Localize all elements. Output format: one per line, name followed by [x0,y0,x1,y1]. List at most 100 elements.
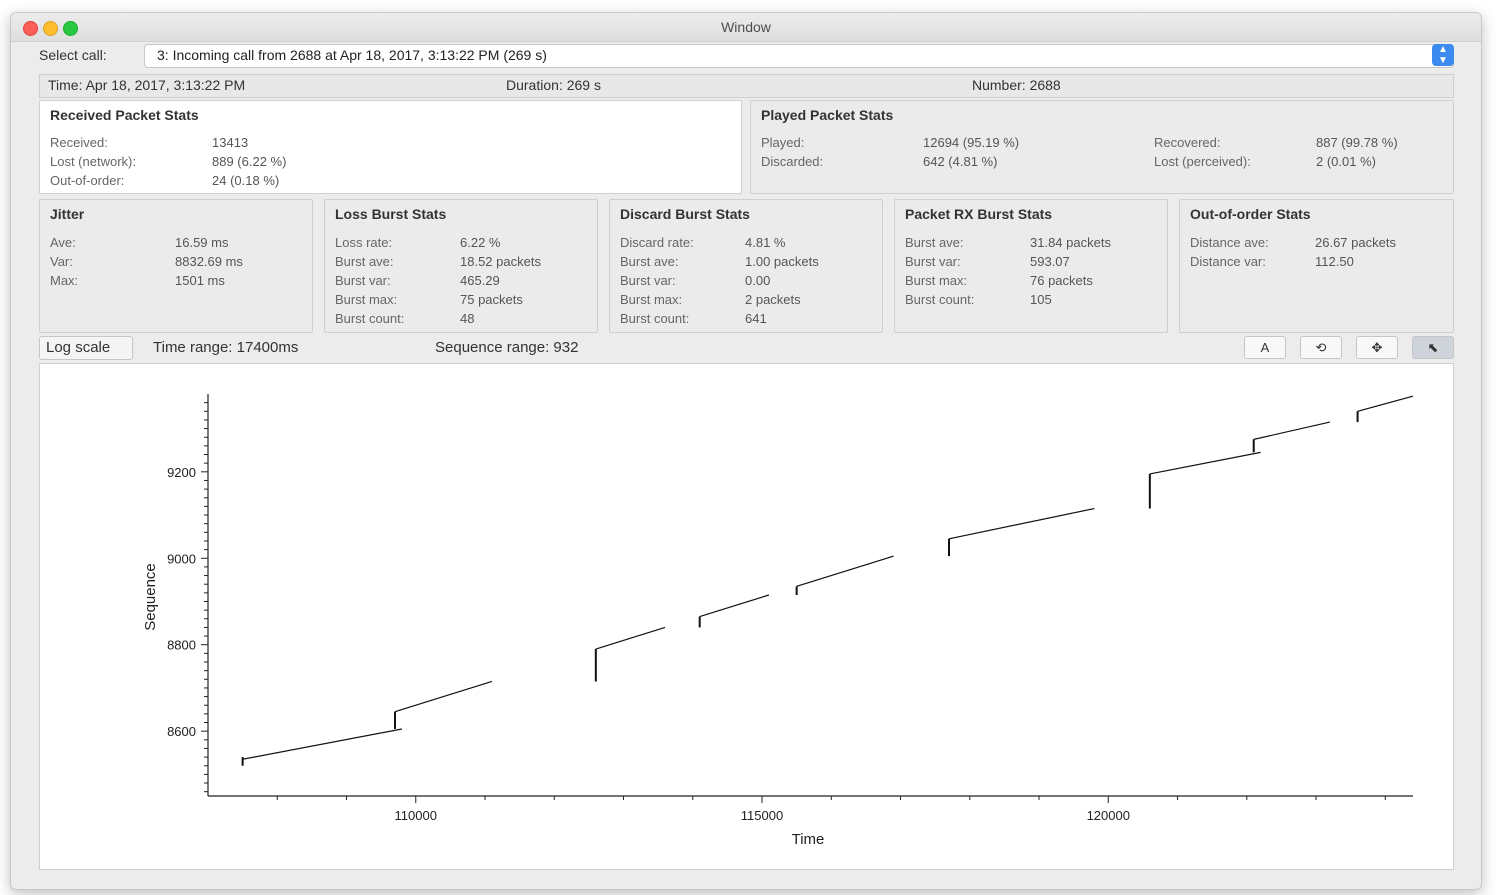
stat-value: 4.81 % [745,235,786,250]
stat-label: Burst count: [335,311,405,326]
out-of-order-stats-panel: Out-of-order Stats Distance ave: 26.67 p… [1179,199,1454,333]
stat-label: Burst ave: [335,254,394,269]
app-window: Window Select call: 3: Incoming call fro… [10,12,1482,890]
stat-value: 75 packets [460,292,523,307]
call-number: Number: 2688 [972,77,1061,93]
panel-title: Packet RX Burst Stats [905,206,1053,222]
sequence-segment [394,680,493,713]
stat-value: 48 [460,311,475,326]
stat-label: Max: [50,273,79,288]
stat-label: Distance var: [1190,254,1266,269]
stat-value: 1.00 packets [745,254,819,269]
stat-value: 0.00 [745,273,771,288]
sequence-segment [948,507,1095,540]
stat-label: Burst var: [335,273,391,288]
select-updown-icon[interactable]: ▲ ▼ [1432,44,1454,66]
stat-value: 593.07 [1030,254,1070,269]
stat-value: 76 packets [1030,273,1093,288]
panel-title: Loss Burst Stats [335,206,447,222]
sequence-segment [242,728,403,760]
stat-label: Loss rate: [335,235,393,250]
pan-icon: ✥ [1371,340,1383,355]
panel-title: Discard Burst Stats [620,206,750,222]
window-title: Window [721,19,771,35]
stat-value: 13413 [212,135,249,150]
panel-title: Played Packet Stats [761,107,894,123]
x-axis-title: Time [792,831,825,848]
played-packet-stats-panel: Played Packet Stats Played: 12694 (95.19… [750,100,1454,194]
stat-value: 16.59 ms [175,235,229,250]
stat-label: Burst ave: [905,235,964,250]
text-tool-icon: A [1260,340,1270,355]
stat-label: Received: [50,135,108,150]
stat-value: 642 (4.81 %) [923,154,998,169]
stat-label: Lost (perceived): [1154,154,1251,169]
sequence-segment [796,555,894,587]
stat-value: 31.84 packets [1030,235,1111,250]
stat-label: Out-of-order: [50,173,125,188]
panel-title: Out-of-order Stats [1190,206,1311,222]
stat-label: Ave: [50,235,76,250]
reset-zoom-button[interactable]: ⟲ [1300,336,1342,359]
y-tick-label: 9200 [167,465,196,480]
pan-button[interactable]: ✥ [1356,336,1398,359]
loss-burst-stats-panel: Loss Burst Stats Loss rate: 6.22 % Burst… [324,199,598,333]
sequence-segment [1253,421,1331,440]
call-select[interactable]: 3: Incoming call from 2688 at Apr 18, 20… [144,44,1454,68]
jitter-panel: Jitter Ave: 16.59 ms Var: 8832.69 ms Max… [39,199,313,333]
call-duration: Duration: 269 s [506,77,601,93]
stat-label: Discard rate: [620,235,694,250]
stat-value: 2 (0.01 %) [1316,154,1376,169]
sequence-range-label: Sequence range: 932 [435,339,579,356]
x-tick-label: 110000 [395,808,437,823]
sequence-segment [699,594,770,618]
stat-value: 641 [745,311,767,326]
select-call-label: Select call: [39,47,107,63]
log-scale-label: Log scale [46,339,111,356]
sequence-segment [595,626,666,650]
call-time: Time: Apr 18, 2017, 3:13:22 PM [48,77,246,93]
stat-value: 2 packets [745,292,801,307]
time-range-label: Time range: 17400ms [153,339,299,356]
title-bar: Window [11,13,1481,42]
stat-label: Discarded: [761,154,824,169]
stat-label: Burst count: [620,311,690,326]
select-pointer-icon: ⬉ [1427,340,1439,355]
stat-label: Burst ave: [620,254,679,269]
x-tick-label: 120000 [1087,808,1130,823]
stat-value: 105 [1030,292,1052,307]
stat-label: Played: [761,135,805,150]
stat-value: 112.50 [1315,254,1354,269]
stat-value: 887 (99.78 %) [1316,135,1398,150]
sequence-time-chart: 8600880090009200110000 115000 120000 Time … [142,394,1414,848]
stat-label: Burst max: [335,292,398,307]
call-select-value: 3: Incoming call from 2688 at Apr 18, 20… [157,47,547,63]
stat-label: Lost (network): [50,154,136,169]
y-tick-label: 8800 [167,638,196,653]
x-tick-label: 115000 [741,808,783,823]
discard-burst-stats-panel: Discard Burst Stats Discard rate: 4.81 %… [609,199,883,333]
stat-value: 889 (6.22 %) [212,154,287,169]
stat-value: 26.67 packets [1315,235,1396,250]
stat-label: Recovered: [1154,135,1221,150]
stat-value: 8832.69 ms [175,254,243,269]
sequence-plot-area[interactable]: 8600 8800 9000 9200 110000 115000 120000 Time … [39,363,1454,870]
stat-value: 1501 ms [175,273,225,288]
stat-label: Burst max: [905,273,968,288]
stat-label: Burst var: [905,254,961,269]
stat-label: Distance ave: [1190,235,1269,250]
stat-label: Burst max: [620,292,683,307]
call-info-bar: Time: Apr 18, 2017, 3:13:22 PM Duration:… [39,74,1454,98]
stat-label: Burst count: [905,292,975,307]
stat-value: 12694 (95.19 %) [923,135,1020,150]
select-pointer-button[interactable]: ⬉ [1412,336,1454,359]
sequence-segment [1357,395,1414,412]
panel-title: Jitter [50,206,85,222]
text-tool-button[interactable]: A [1244,336,1286,359]
sequence-segment [1149,451,1261,475]
stat-label: Burst var: [620,273,676,288]
y-tick-label: 9000 [167,551,196,566]
stat-value: 24 (0.18 %) [212,173,280,188]
received-packet-stats-panel: Received Packet Stats Received: 13413 Lo… [39,100,742,194]
log-scale-checkbox[interactable]: Log scale [39,336,133,360]
